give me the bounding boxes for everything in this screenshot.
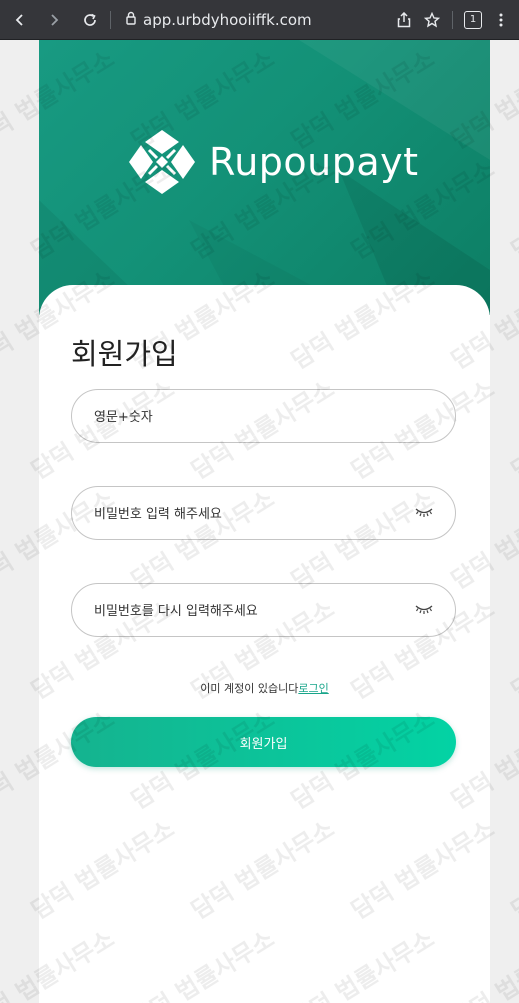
eye-closed-icon[interactable] <box>415 505 433 519</box>
page-title: 회원가입 <box>71 337 178 371</box>
password-input[interactable] <box>92 487 416 541</box>
site-info-icon[interactable] <box>125 10 137 29</box>
login-prompt: 이미 계정이 있습니다로그인 <box>39 680 490 696</box>
bookmark-icon[interactable] <box>418 6 446 34</box>
back-icon[interactable] <box>6 6 34 34</box>
signup-card: 회원가입 이미 계정이 있습니다로그인 회원가입 <box>39 285 490 1003</box>
page-gutter-left <box>0 40 39 1003</box>
login-link[interactable]: 로그인 <box>298 682 328 695</box>
brand-logo: Rupoupayt <box>127 128 419 196</box>
tab-switcher-icon[interactable]: 1 <box>459 6 487 34</box>
password-field[interactable] <box>71 486 456 541</box>
eye-closed-icon[interactable] <box>415 602 433 616</box>
toolbar-divider <box>452 10 453 29</box>
reload-icon[interactable] <box>76 6 104 34</box>
toolbar-divider <box>110 10 111 29</box>
browser-toolbar: app.urbdyhooiiffk.com 1 <box>0 0 519 40</box>
brand-name: Rupoupayt <box>209 140 419 184</box>
url-text[interactable]: app.urbdyhooiiffk.com <box>143 11 312 29</box>
forward-icon[interactable] <box>40 6 68 34</box>
tab-count[interactable]: 1 <box>464 10 482 29</box>
have-account-text: 이미 계정이 있습니다 <box>200 682 299 695</box>
signup-page: Rupoupayt 회원가입 이미 계정이 있습니다로그인 회원가입 <box>39 40 490 1003</box>
address-bar[interactable]: app.urbdyhooiiffk.com <box>125 10 390 29</box>
confirm-password-field[interactable] <box>71 583 456 638</box>
username-field[interactable] <box>71 389 456 444</box>
confirm-password-input[interactable] <box>92 584 416 638</box>
logo-mark-icon <box>129 130 195 194</box>
username-input[interactable] <box>92 390 416 444</box>
menu-icon[interactable] <box>487 6 515 34</box>
page-gutter-right <box>490 40 519 1003</box>
brand-header: Rupoupayt <box>39 40 490 315</box>
signup-button[interactable]: 회원가입 <box>71 717 456 767</box>
share-icon[interactable] <box>390 6 418 34</box>
